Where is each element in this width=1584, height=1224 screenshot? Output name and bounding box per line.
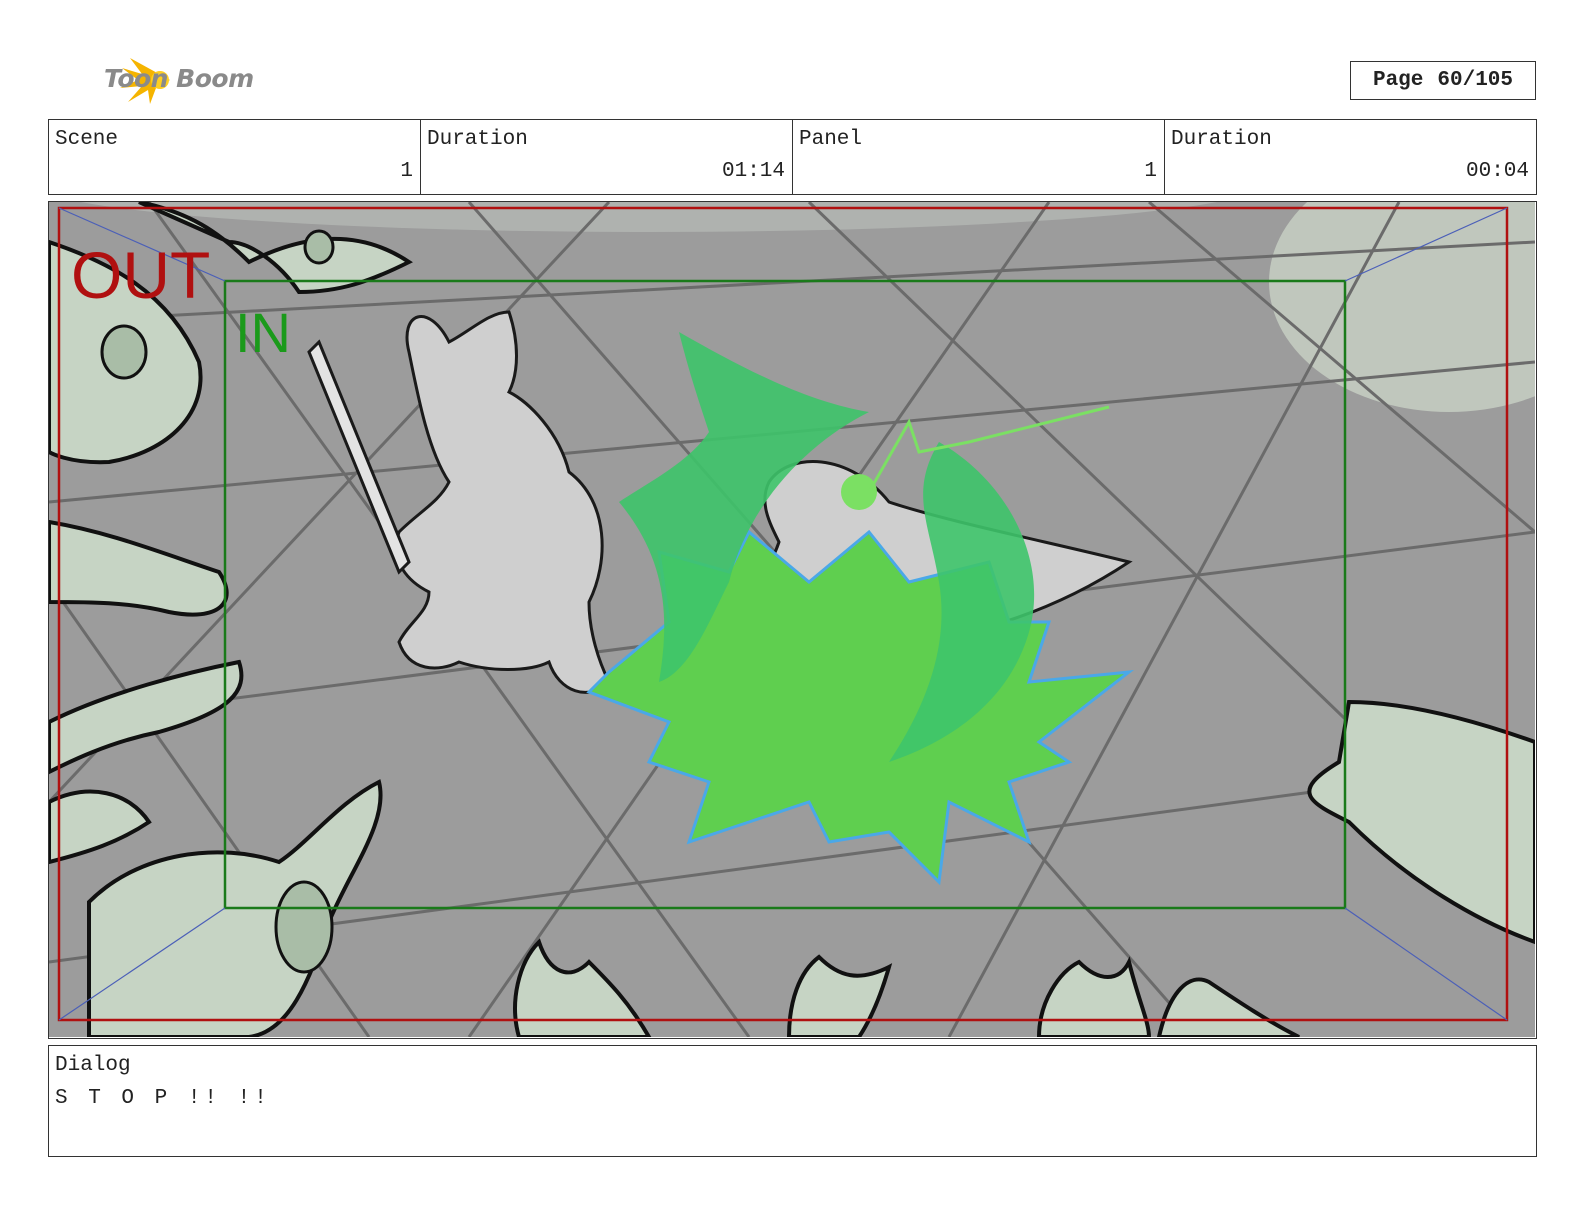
dialog-box: Dialog S T O P !! !! [48, 1045, 1537, 1157]
panel-duration-cell: Duration 00:04 [1165, 120, 1536, 194]
storyboard-panel: OUT IN [48, 201, 1537, 1039]
in-label: IN [235, 301, 291, 364]
page-indicator: Page 60/105 [1350, 61, 1536, 100]
panel-value: 1 [1144, 160, 1157, 183]
panel-duration-label: Duration [1171, 128, 1272, 151]
page-value: 60/105 [1437, 69, 1514, 92]
scene-duration-label: Duration [427, 128, 528, 151]
scene-duration-value: 01:14 [721, 160, 785, 183]
page-label: Page [1372, 69, 1424, 92]
scene-cell: Scene 1 [49, 120, 421, 194]
scene-value: 1 [400, 160, 413, 183]
out-label: OUT [71, 238, 210, 312]
logo-text: Toon Boom [104, 64, 254, 93]
dialog-text: S T O P !! !! [55, 1087, 271, 1110]
scene-duration-cell: Duration 01:14 [421, 120, 793, 194]
panel-cell: Panel 1 [793, 120, 1165, 194]
panel-info-row: Scene 1 Duration 01:14 Panel 1 Duration … [48, 119, 1537, 195]
dialog-label: Dialog [55, 1054, 131, 1077]
panel-drawing: OUT IN [49, 202, 1535, 1037]
panel-label: Panel [799, 128, 863, 151]
scene-label: Scene [55, 128, 119, 151]
panel-duration-value: 00:04 [1465, 160, 1529, 183]
